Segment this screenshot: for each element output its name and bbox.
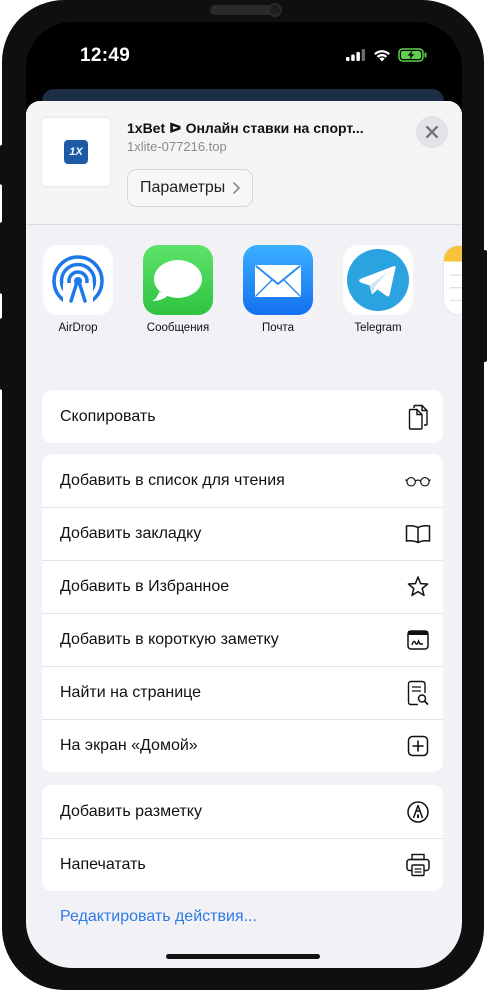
power-button <box>483 250 487 362</box>
action-label: На экран «Домой» <box>60 736 198 754</box>
app-messages[interactable]: Сообщения <box>142 245 214 334</box>
printer-icon <box>405 852 431 878</box>
action-label: Добавить разметку <box>60 802 202 820</box>
mute-switch <box>0 145 4 185</box>
app-notes[interactable]: З <box>442 245 462 334</box>
volume-down-button <box>0 318 4 390</box>
action-add-bookmark[interactable]: Добавить закладку <box>42 507 443 560</box>
actions-group-browser: Добавить в список для чтения Добавить за… <box>42 454 443 772</box>
app-mail[interactable]: Почта <box>242 245 314 334</box>
options-button-label: Параметры <box>140 179 226 196</box>
home-indicator[interactable] <box>166 954 320 959</box>
action-quick-note[interactable]: Добавить в короткую заметку <box>42 613 443 666</box>
add-square-icon <box>405 733 431 759</box>
options-button[interactable]: Параметры <box>127 169 254 207</box>
cellular-signal-icon <box>346 49 366 61</box>
actions-group-copy: Скопировать <box>42 390 443 443</box>
share-header: 1X 1xBet ᐅ Онлайн ставки на спорт... 1xl… <box>26 101 462 225</box>
action-label: Добавить закладку <box>60 524 202 542</box>
site-logo: 1X <box>64 140 88 164</box>
telegram-icon <box>343 245 413 315</box>
app-label: Telegram <box>354 322 402 334</box>
action-label: Найти на странице <box>60 683 202 701</box>
action-print[interactable]: Напечатать <box>42 838 443 891</box>
star-icon <box>405 574 431 600</box>
page-url: 1xlite-077216.top <box>127 139 227 154</box>
wifi-icon <box>374 49 390 61</box>
action-add-favorites[interactable]: Добавить в Избранное <box>42 560 443 613</box>
app-label: AirDrop <box>58 322 98 334</box>
app-label: Почта <box>262 322 294 334</box>
app-label: Сообщения <box>146 322 210 334</box>
screen: 12:49 1X 1xBet ᐅ Онлайн ставки на спорт.… <box>26 22 462 968</box>
app-airdrop[interactable]: AirDrop <box>42 245 114 334</box>
app-label: З <box>442 322 462 334</box>
status-bar: 12:49 <box>26 22 462 92</box>
share-sheet: 1X 1xBet ᐅ Онлайн ставки на спорт... 1xl… <box>26 101 462 968</box>
share-apps-row: AirDrop Сообщения Почта Telegram <box>42 245 462 345</box>
find-page-icon <box>405 680 431 706</box>
action-label: Скопировать <box>60 407 156 425</box>
status-icons <box>346 48 428 62</box>
airdrop-icon <box>43 245 113 315</box>
page-title: 1xBet ᐅ Онлайн ставки на спорт... <box>127 120 364 136</box>
copy-icon <box>405 404 431 430</box>
action-label: Добавить в список для чтения <box>60 471 285 489</box>
book-icon <box>405 521 431 547</box>
markup-icon <box>405 799 431 825</box>
page-thumbnail: 1X <box>42 118 110 186</box>
chevron-right-icon <box>233 182 241 194</box>
notes-icon <box>443 245 462 315</box>
close-button[interactable] <box>416 116 448 148</box>
volume-up-button <box>0 222 4 294</box>
front-camera <box>270 5 280 15</box>
action-label: Добавить в короткую заметку <box>60 630 279 648</box>
messages-icon <box>143 245 213 315</box>
mail-icon <box>243 245 313 315</box>
app-telegram[interactable]: Telegram <box>342 245 414 334</box>
action-copy[interactable]: Скопировать <box>42 390 443 443</box>
actions-group-document: Добавить разметку Напечатать <box>42 785 443 891</box>
action-find-on-page[interactable]: Найти на странице <box>42 666 443 719</box>
close-icon <box>426 126 438 138</box>
action-label: Напечатать <box>60 855 146 873</box>
battery-charging-icon <box>398 48 427 62</box>
status-time: 12:49 <box>80 45 131 66</box>
action-markup[interactable]: Добавить разметку <box>42 785 443 838</box>
glasses-icon <box>405 468 431 494</box>
action-reading-list[interactable]: Добавить в список для чтения <box>42 454 443 507</box>
action-add-home-screen[interactable]: На экран «Домой» <box>42 719 443 772</box>
action-label: Добавить в Избранное <box>60 577 230 595</box>
edit-actions-link[interactable]: Редактировать действия... <box>60 908 257 926</box>
quick-note-icon <box>405 627 431 653</box>
